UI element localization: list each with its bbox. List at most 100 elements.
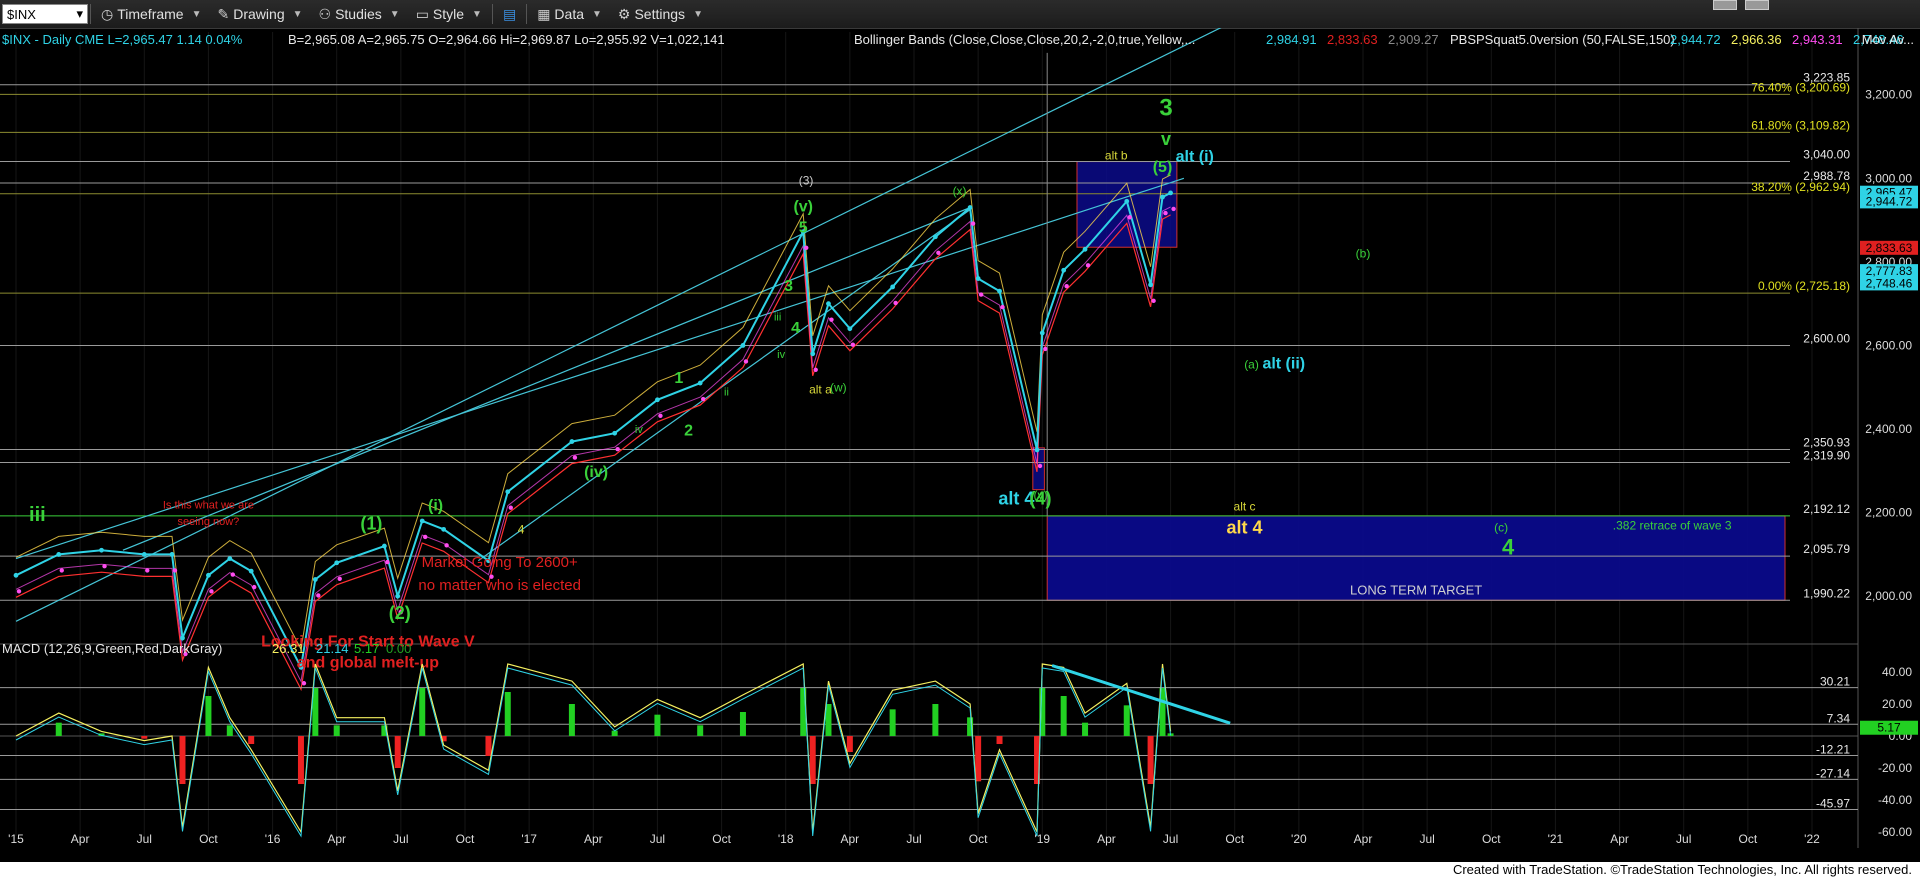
pbs-label: PBSPSquat5.0version (50,FALSE,150) <box>1450 32 1675 47</box>
x-tick-label: Jul <box>1163 832 1178 846</box>
wave-label: 1 <box>674 370 683 387</box>
macd-hist-bar <box>654 714 661 736</box>
price-point <box>612 430 618 436</box>
price-badge-label: 2,748.46 <box>1866 276 1913 290</box>
macd-hist-bar <box>568 704 575 736</box>
x-tick-label: '21 <box>1548 832 1564 846</box>
price-point <box>227 556 233 561</box>
wave-label: 2 <box>684 422 693 439</box>
macd-tick-label: -40.00 <box>1878 793 1912 807</box>
style-icon: ▭ <box>415 5 429 22</box>
macd-zero-value: 0.00 <box>386 641 411 656</box>
pbs-point <box>508 505 513 510</box>
wave-label: 4 <box>791 320 800 337</box>
price-point <box>569 439 575 444</box>
price-point <box>655 397 660 403</box>
data-menu[interactable]: ▦ Data ▼ <box>529 1 610 27</box>
price-tick-label: 2,200.00 <box>1865 506 1912 520</box>
pbs-point <box>1171 206 1176 212</box>
level-label: 2,350.93 <box>1803 436 1850 450</box>
x-tick-label: '15 <box>8 832 24 846</box>
price-point <box>381 543 387 549</box>
level-label: 38.20% (2,962.94) <box>1751 180 1850 194</box>
gear-icon: ⚙ <box>617 5 631 22</box>
target-boxes: LONG TERM TARGET <box>1032 161 1786 601</box>
wave-label: 3 <box>784 278 793 295</box>
macd-hist-bar <box>419 688 426 736</box>
pbs-point <box>172 568 178 573</box>
timeframe-menu[interactable]: ◷ Timeframe ▼ <box>93 1 210 27</box>
studies-menu[interactable]: ⚇ Studies ▼ <box>311 1 408 27</box>
wave-label: (a) <box>1244 357 1259 371</box>
x-tick-label: Oct <box>1739 832 1758 846</box>
wave-label: 4 <box>518 523 525 537</box>
mov-av-label: Mov Av... <box>1862 32 1914 47</box>
pbs-point <box>743 359 749 364</box>
macd-level-label: -27.14 <box>1816 766 1850 780</box>
price-point <box>1160 194 1165 200</box>
price-point <box>890 284 896 290</box>
wave-label: (iv) <box>584 464 608 481</box>
price-chart[interactable]: LONG TERM TARGET 3,223.8576.40% (3,200.6… <box>0 28 1920 862</box>
settings-menu[interactable]: ⚙ Settings ▼ <box>610 1 711 27</box>
time-axis: '15 Apr Jul Oct '16 Apr Jul Oct '17 Apr Jul Oct '18 A… <box>8 832 1820 846</box>
trendline <box>477 209 971 562</box>
macd-hist-bar <box>297 736 304 784</box>
macd-hist-bar <box>485 736 492 756</box>
price-point <box>740 343 746 348</box>
copyright-footer: Created with TradeStation. ©TradeStation… <box>1448 862 1916 877</box>
wave-label: seeing now? <box>178 516 240 528</box>
wave-label: alt c <box>1234 500 1256 514</box>
pbs-value-2: 2,966.36 <box>1731 32 1782 47</box>
pbs-point <box>850 342 856 347</box>
symbol-input[interactable]: $INX ▾ <box>2 4 88 24</box>
pbs-point <box>337 576 342 581</box>
price-tick-label: 3,200.00 <box>1865 88 1912 102</box>
level-label: 2,192.12 <box>1803 502 1850 516</box>
pbs-value-1: 2,944.72 <box>1670 32 1721 47</box>
window-close-button[interactable] <box>1745 0 1769 10</box>
symbol-dropdown-icon[interactable]: ▾ <box>76 6 83 22</box>
chevron-down-icon: ▼ <box>292 8 303 20</box>
wave-label: 3 <box>1159 95 1172 122</box>
level-label: 2,095.79 <box>1803 542 1850 556</box>
bollinger-label: Bollinger Bands (Close,Close,Close,20,2,… <box>854 32 1195 47</box>
layout-button[interactable]: ▤ <box>495 1 524 27</box>
pbs-point <box>615 447 620 452</box>
macd-hist-bar <box>697 725 704 736</box>
macd-level-label: 7.34 <box>1827 711 1851 725</box>
drawing-menu[interactable]: ✎ Drawing ▼ <box>210 1 311 27</box>
x-tick-label: '17 <box>521 832 537 846</box>
quote-values: B=2,965.08 A=2,965.75 O=2,964.66 Hi=2,96… <box>288 32 725 47</box>
toolbar-separator <box>491 4 493 24</box>
macd-signal-value: 21.14 <box>316 641 349 656</box>
price-badge-label: 2,833.63 <box>1866 241 1913 255</box>
macd-badge-label: 5.17 <box>1877 721 1901 735</box>
price-point <box>697 380 703 386</box>
macd-value: 26.31 <box>272 641 305 656</box>
pbs-point <box>1163 210 1168 216</box>
window-restore-button[interactable] <box>1713 0 1737 10</box>
style-menu[interactable]: ▭ Style ▼ <box>408 1 490 27</box>
pbs-point <box>385 559 390 565</box>
price-series <box>13 174 1176 692</box>
wave-label: iv <box>635 424 643 436</box>
price-point <box>967 205 973 210</box>
price-point <box>334 560 340 566</box>
price-point <box>419 518 425 524</box>
wave-label: (i) <box>428 498 443 515</box>
price-point <box>312 577 318 582</box>
pbs-point <box>804 245 809 250</box>
macd-hist-bar <box>846 736 853 752</box>
pbs-point <box>1000 304 1005 310</box>
x-tick-label: Oct <box>969 832 988 846</box>
pencil-icon: ✎ <box>217 5 230 22</box>
macd-hist-bar <box>809 736 816 784</box>
price-point <box>206 572 211 578</box>
macd-hist-bar <box>975 736 982 782</box>
price-point <box>56 552 62 557</box>
x-tick-label: '20 <box>1291 832 1307 846</box>
data-grid-icon: ▦ <box>537 5 551 22</box>
chevron-down-icon: ▼ <box>472 8 482 20</box>
chevron-down-icon: ▼ <box>592 8 602 20</box>
